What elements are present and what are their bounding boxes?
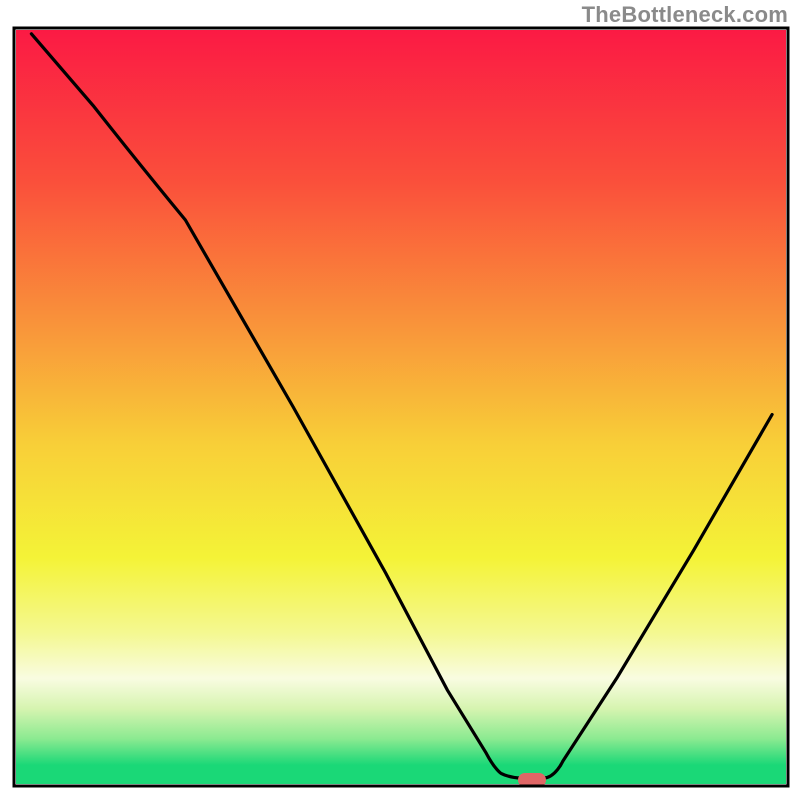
- plot-background: [16, 30, 786, 784]
- attribution-text: TheBottleneck.com: [582, 2, 788, 28]
- bottleneck-chart: TheBottleneck.com: [0, 0, 800, 800]
- chart-svg: [0, 0, 800, 800]
